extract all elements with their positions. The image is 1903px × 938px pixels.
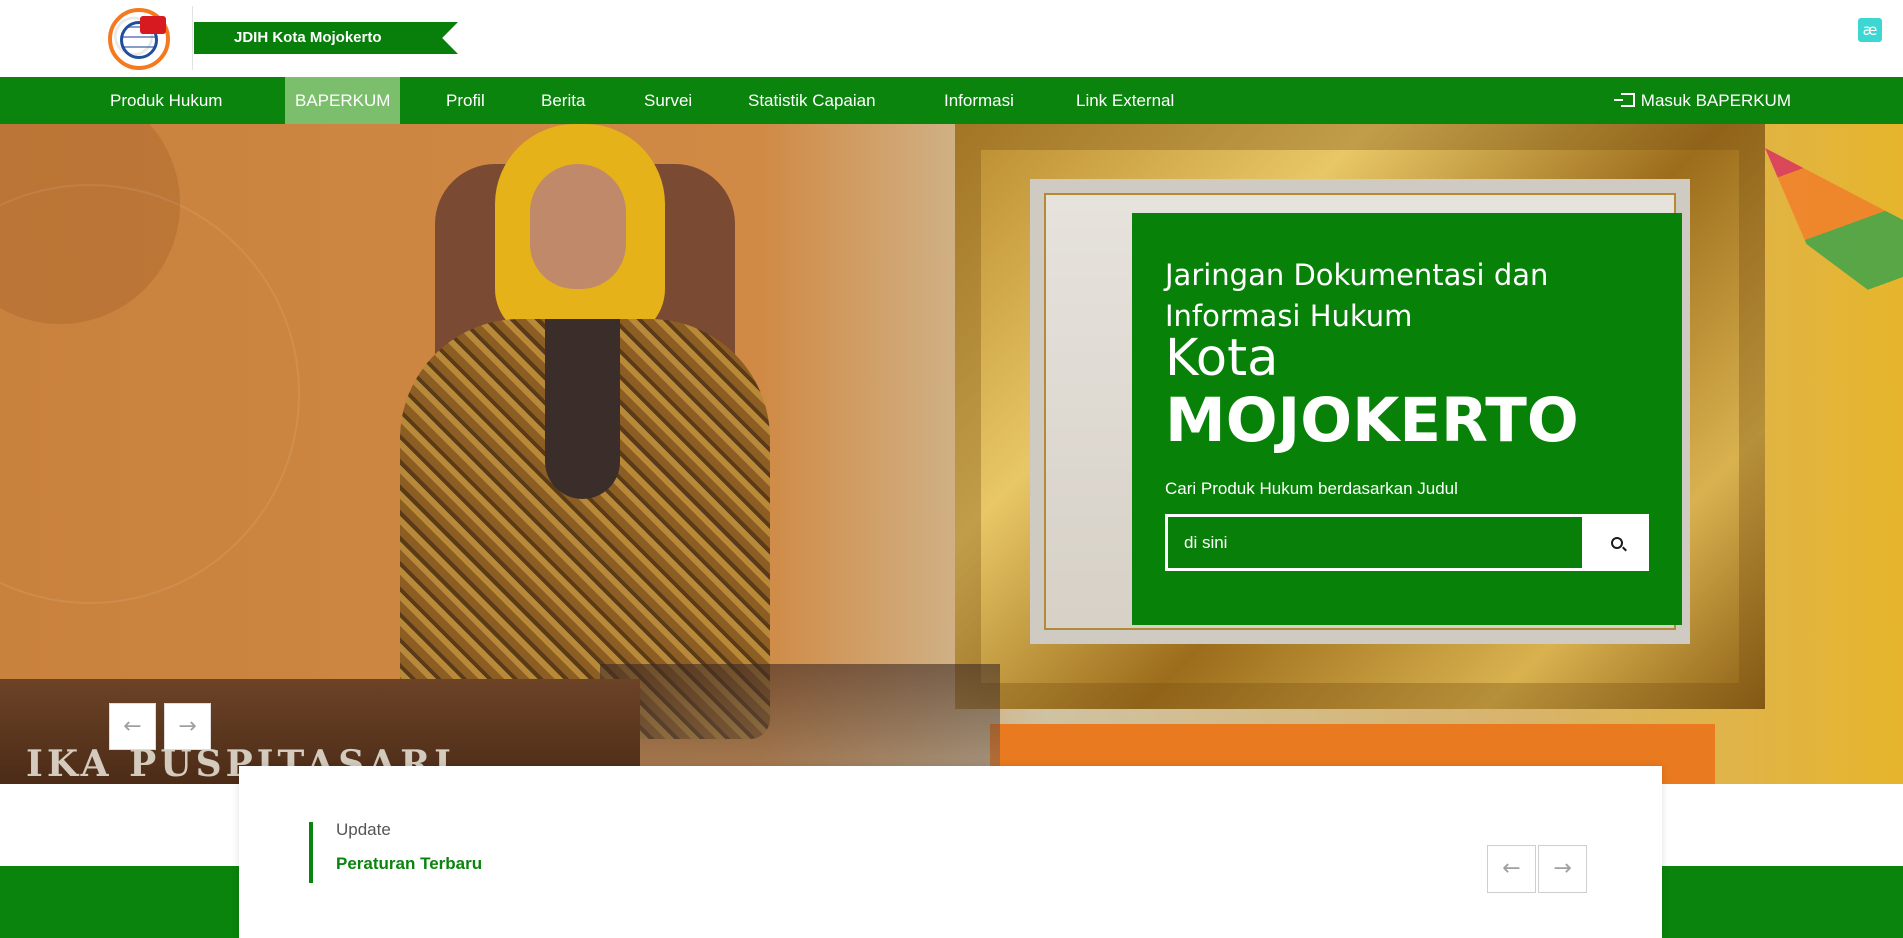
update-title: Peraturan Terbaru xyxy=(336,854,483,873)
slider-next-button[interactable]: → xyxy=(164,703,211,750)
sign-in-icon xyxy=(1613,93,1635,107)
bunting-flags xyxy=(1765,148,1903,316)
hero-portrait xyxy=(380,124,840,744)
portrait-face xyxy=(530,164,626,289)
nav-item-produk-hukum[interactable]: Produk Hukum xyxy=(110,77,222,124)
nav-item-link-external[interactable]: Link External xyxy=(1076,77,1174,124)
nav-item-informasi[interactable]: Informasi xyxy=(944,77,1014,124)
background-swirl xyxy=(0,184,300,604)
update-next-button[interactable]: → xyxy=(1538,845,1587,893)
nav-item-statistik-capaian[interactable]: Statistik Capaian xyxy=(748,77,876,124)
search-input[interactable] xyxy=(1165,514,1585,571)
update-prev-button[interactable]: ← xyxy=(1487,845,1536,893)
arrow-left-icon: ← xyxy=(123,713,142,739)
arrow-left-icon: ← xyxy=(1502,856,1521,881)
jdih-logo[interactable] xyxy=(108,8,170,70)
site-name-ribbon[interactable]: JDIH Kota Mojokerto xyxy=(194,22,458,54)
slider-prev-button[interactable]: ← xyxy=(109,703,156,750)
nav-item-baperkum[interactable]: BAPERKUM xyxy=(285,77,401,124)
main-navbar: Produk Hukum BAPERKUM Profil Berita Surv… xyxy=(0,77,1903,124)
login-baperkum-link[interactable]: Masuk BAPERKUM xyxy=(1613,77,1791,124)
nav-item-survei[interactable]: Survei xyxy=(644,77,692,124)
hero-city-name: MOJOKERTO xyxy=(1165,385,1579,456)
logo-badge xyxy=(140,16,166,34)
search-label: Cari Produk Hukum berdasarkan Judul xyxy=(1165,479,1458,498)
search-panel: Jaringan Dokumentasi dan Informasi Hukum… xyxy=(1132,213,1682,625)
nav-item-profil[interactable]: Profil xyxy=(446,77,485,124)
update-accent-bar xyxy=(309,822,313,883)
nav-item-berita[interactable]: Berita xyxy=(541,77,585,124)
hero-subtitle: Jaringan Dokumentasi dan Informasi Hukum xyxy=(1165,258,1549,333)
update-label: Update xyxy=(336,820,391,839)
search-button[interactable] xyxy=(1585,514,1649,571)
header-divider xyxy=(192,6,193,70)
update-card: Update Peraturan Terbaru ← → xyxy=(239,766,1662,938)
inner-garment xyxy=(545,319,620,499)
hero-city-prefix: Kota xyxy=(1165,329,1279,388)
arrow-right-icon: → xyxy=(178,713,197,739)
login-label: Masuk BAPERKUM xyxy=(1640,91,1791,110)
search-icon xyxy=(1611,536,1623,549)
ae-extension-icon[interactable]: æ xyxy=(1858,18,1882,42)
arrow-right-icon: → xyxy=(1553,856,1572,881)
site-header: JDIH Kota Mojokerto æ xyxy=(0,0,1903,77)
